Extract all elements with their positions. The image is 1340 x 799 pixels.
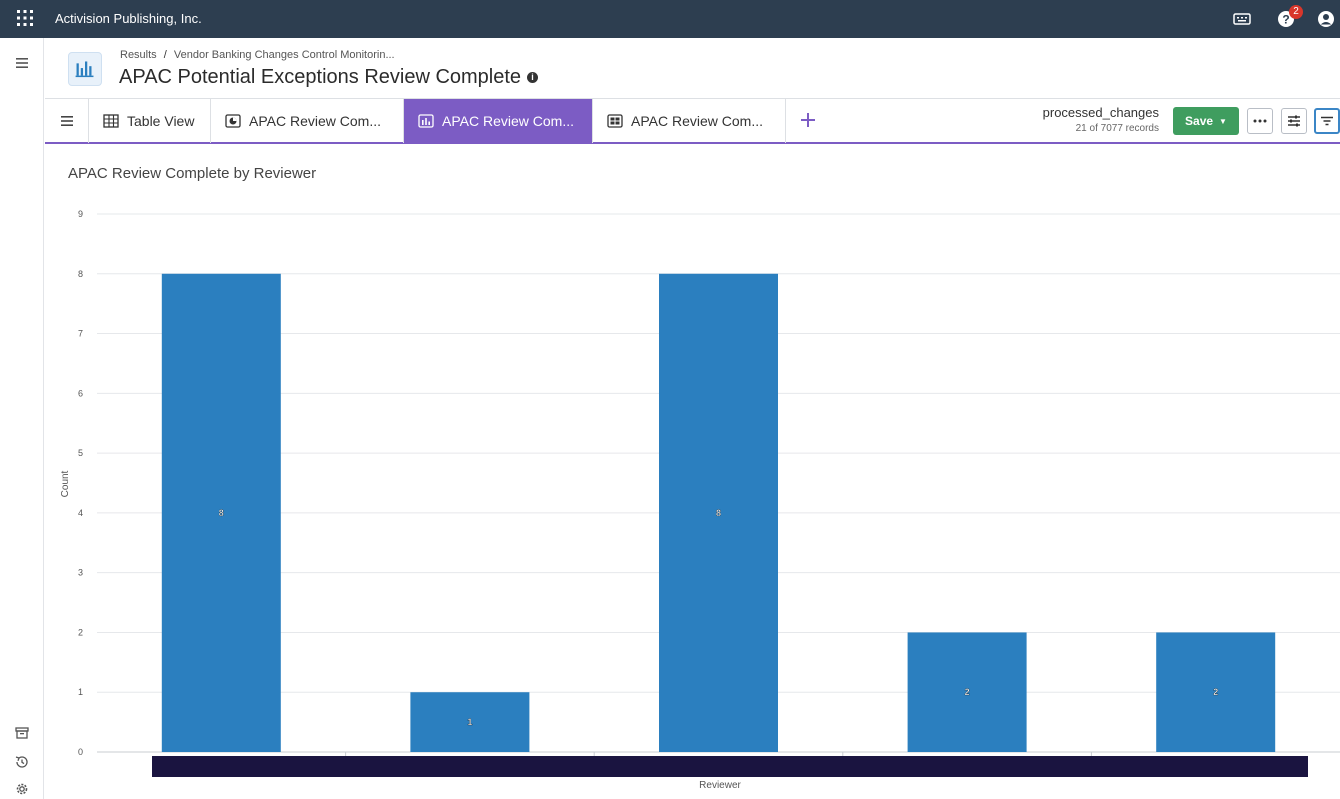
dataset-name: processed_changes	[1042, 105, 1159, 120]
breadcrumb-separator: /	[163, 49, 167, 61]
dashboard-icon	[607, 114, 623, 128]
add-tab-icon[interactable]	[797, 109, 819, 131]
top-bar: Activision Publishing, Inc. ? 2	[0, 0, 1340, 38]
tab-label: Table View	[127, 113, 195, 129]
tab-pie-chart[interactable]: APAC Review Com...	[211, 99, 404, 143]
tab-dashboard[interactable]: APAC Review Com...	[593, 99, 786, 143]
history-icon[interactable]	[14, 754, 30, 770]
tab-menu-button[interactable]	[45, 99, 89, 143]
more-icon	[1253, 119, 1267, 123]
filter-icon	[1321, 116, 1333, 126]
more-options-button[interactable]	[1247, 108, 1273, 134]
info-icon[interactable]: i	[527, 72, 539, 83]
configure-button[interactable]	[1281, 108, 1307, 134]
y-tick-label: 8	[78, 269, 83, 279]
tab-bar-chart-active[interactable]: APAC Review Com...	[404, 99, 593, 143]
left-rail	[0, 38, 44, 799]
breadcrumb: Results / Vendor Banking Changes Control…	[120, 49, 395, 61]
pie-chart-icon	[225, 114, 241, 128]
bar-chart-app-icon	[68, 52, 102, 86]
x-axis-title: Reviewer	[699, 780, 741, 791]
notification-badge: 2	[1289, 5, 1303, 19]
data-label: 2	[965, 687, 970, 697]
y-tick-label: 7	[78, 329, 83, 339]
data-label: 8	[716, 508, 721, 518]
archive-icon[interactable]	[14, 725, 30, 741]
filter-button[interactable]	[1314, 108, 1340, 134]
settings-icon[interactable]	[14, 781, 30, 797]
data-label: 1	[467, 717, 472, 727]
hamburger-menu-icon[interactable]	[14, 55, 30, 71]
data-label: 2	[1213, 687, 1218, 697]
chevron-down-icon: ▼	[1219, 116, 1227, 126]
y-tick-label: 1	[78, 687, 83, 697]
view-tab-bar: Table View APAC Review Com... APAC Revie…	[45, 98, 1340, 144]
company-name: Activision Publishing, Inc.	[55, 11, 202, 26]
tab-label: APAC Review Com...	[249, 113, 381, 129]
table-icon	[103, 114, 119, 128]
save-label: Save	[1185, 114, 1214, 128]
page-header: Results / Vendor Banking Changes Control…	[45, 38, 1340, 98]
record-count: 21 of 7077 records	[1075, 123, 1159, 134]
page-title: APAC Potential Exceptions Review Complet…	[119, 66, 539, 89]
hamburger-menu-icon	[61, 116, 73, 126]
y-tick-label: 2	[78, 627, 83, 637]
y-axis-title: Count	[60, 470, 71, 497]
y-tick-label: 4	[78, 508, 83, 518]
page-title-text: APAC Potential Exceptions Review Complet…	[119, 66, 522, 88]
chart-title: APAC Review Complete by Reviewer	[68, 165, 317, 182]
user-avatar-icon[interactable]	[1316, 9, 1336, 29]
tab-label: APAC Review Com...	[631, 113, 763, 129]
x-axis-category-band	[152, 756, 1308, 777]
save-button[interactable]: Save ▼	[1173, 107, 1239, 135]
y-tick-label: 3	[78, 568, 83, 578]
bar-chart-icon	[418, 114, 434, 128]
tab-label: APAC Review Com...	[442, 113, 574, 129]
app-launcher-icon[interactable]	[16, 9, 34, 27]
data-label: 8	[219, 508, 224, 518]
sliders-icon	[1288, 115, 1300, 127]
y-tick-label: 5	[78, 448, 83, 458]
tab-table-view[interactable]: Table View	[89, 99, 211, 143]
y-tick-label: 0	[78, 747, 83, 757]
keyboard-icon[interactable]	[1232, 9, 1252, 29]
breadcrumb-root[interactable]: Results	[120, 49, 157, 61]
y-tick-label: 9	[78, 209, 83, 219]
breadcrumb-item[interactable]: Vendor Banking Changes Control Monitorin…	[174, 49, 395, 61]
bar-chart: 0 1 2 3 4 5 6 7 8 9 8 1 8 2 2 Reviewer Count	[60, 209, 1340, 791]
y-tick-label: 6	[78, 388, 83, 398]
